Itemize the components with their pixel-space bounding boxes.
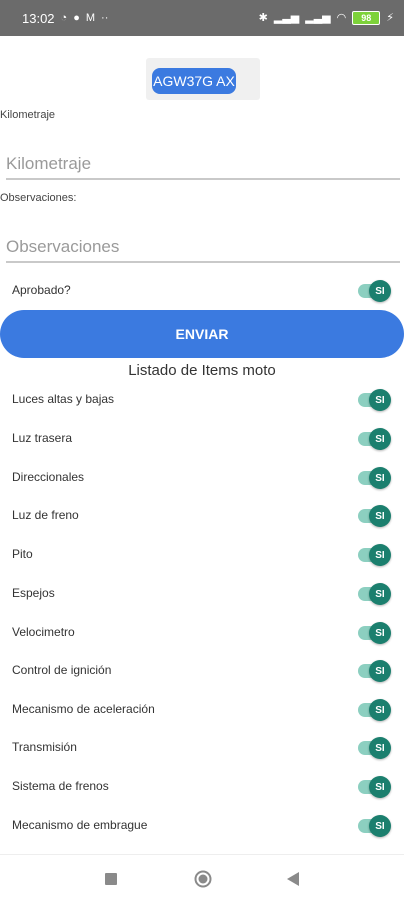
item-switch[interactable]: SI <box>358 622 391 644</box>
triangle-back-icon <box>287 872 299 886</box>
list-item: Pito SI <box>0 539 404 571</box>
observaciones-input[interactable] <box>6 233 400 263</box>
item-switch[interactable]: SI <box>358 776 391 798</box>
plate-chip[interactable]: AGW37G AX <box>152 68 236 94</box>
list-item: Mecanismo de embrague SI <box>0 810 404 842</box>
kilometraje-label: Kilometraje <box>0 109 56 121</box>
item-switch[interactable]: SI <box>358 505 391 527</box>
list-item: Velocimetro SI <box>0 617 404 649</box>
switch-knob: SI <box>369 428 391 450</box>
switch-knob: SI <box>369 776 391 798</box>
status-time: 13:02 <box>22 10 55 26</box>
battery-icon: 98 <box>352 11 381 25</box>
item-label: Direccionales <box>12 470 85 484</box>
item-label: Luces altas y bajas <box>12 392 115 406</box>
enviar-button[interactable]: ENVIAR <box>0 310 404 358</box>
bluetooth-icon: ✱ <box>258 11 268 24</box>
switch-knob: SI <box>369 280 391 302</box>
signal-icon-1: ▂▃▅ <box>273 11 300 24</box>
item-label: Control de ignición <box>12 663 112 677</box>
signal-icon-2: ▂▃▅ <box>305 11 331 24</box>
item-switch[interactable]: SI <box>358 583 391 605</box>
aprobado-row: Aprobado? SI <box>0 275 404 307</box>
aprobado-switch[interactable]: SI <box>358 280 391 302</box>
item-switch[interactable]: SI <box>358 737 391 759</box>
square-icon <box>105 873 117 885</box>
charging-icon: ⚡ <box>386 11 394 24</box>
drop-icon: ● <box>73 11 80 24</box>
system-nav-bar <box>0 854 404 901</box>
more-notifications-icon: ·· <box>101 11 109 24</box>
list-item: Mecanismo de aceleración SI <box>0 694 404 726</box>
item-label: Mecanismo de aceleración <box>12 702 155 716</box>
app-notification-icon: ◔ <box>60 11 68 24</box>
list-item: Espejos SI <box>0 578 404 610</box>
item-label: Pito <box>12 547 33 561</box>
list-item: Luces altas y bajas SI <box>0 384 404 416</box>
mail-icon: M <box>85 11 96 24</box>
switch-knob: SI <box>369 699 391 721</box>
list-item: Control de ignición SI <box>0 655 404 687</box>
item-switch[interactable]: SI <box>358 467 391 489</box>
item-label: Luz trasera <box>12 431 73 445</box>
recent-apps-button[interactable] <box>99 867 123 891</box>
item-label: Transmisión <box>12 740 77 754</box>
list-item: Sistema de frenos SI <box>0 771 404 803</box>
circle-icon <box>194 870 212 888</box>
item-switch[interactable]: SI <box>358 699 391 721</box>
item-label: Mecanismo de embrague <box>12 818 148 832</box>
switch-knob: SI <box>369 622 391 644</box>
item-label: Luz de freno <box>12 508 79 522</box>
switch-knob: SI <box>369 583 391 605</box>
switch-knob: SI <box>369 467 391 489</box>
item-label: Espejos <box>12 586 55 600</box>
observaciones-label: Observaciones: <box>0 192 77 204</box>
item-switch[interactable]: SI <box>358 660 391 682</box>
switch-knob: SI <box>369 737 391 759</box>
aprobado-label: Aprobado? <box>12 283 71 297</box>
item-switch[interactable]: SI <box>358 815 391 837</box>
list-item: Transmisión SI <box>0 732 404 764</box>
switch-knob: SI <box>369 505 391 527</box>
list-item: Luz trasera SI <box>0 423 404 455</box>
switch-knob: SI <box>369 389 391 411</box>
item-switch[interactable]: SI <box>358 389 391 411</box>
item-switch[interactable]: SI <box>358 428 391 450</box>
list-title: Listado de Items moto <box>128 362 276 379</box>
item-label: Velocimetro <box>12 625 75 639</box>
kilometraje-input[interactable] <box>6 150 400 180</box>
item-label: Sistema de frenos <box>12 779 109 793</box>
back-button[interactable] <box>281 867 305 891</box>
switch-knob: SI <box>369 544 391 566</box>
status-bar: 13:02 ◔ ● M ·· ✱ ▂▃▅ ▂▃▅ ◠ 98 ⚡ <box>0 0 404 36</box>
switch-knob: SI <box>369 660 391 682</box>
switch-knob: SI <box>369 815 391 837</box>
item-switch[interactable]: SI <box>358 544 391 566</box>
list-item: Luz de freno SI <box>0 500 404 532</box>
list-item: Direccionales SI <box>0 462 404 494</box>
home-button[interactable] <box>191 867 215 891</box>
wifi-icon: ◠ <box>336 11 347 24</box>
